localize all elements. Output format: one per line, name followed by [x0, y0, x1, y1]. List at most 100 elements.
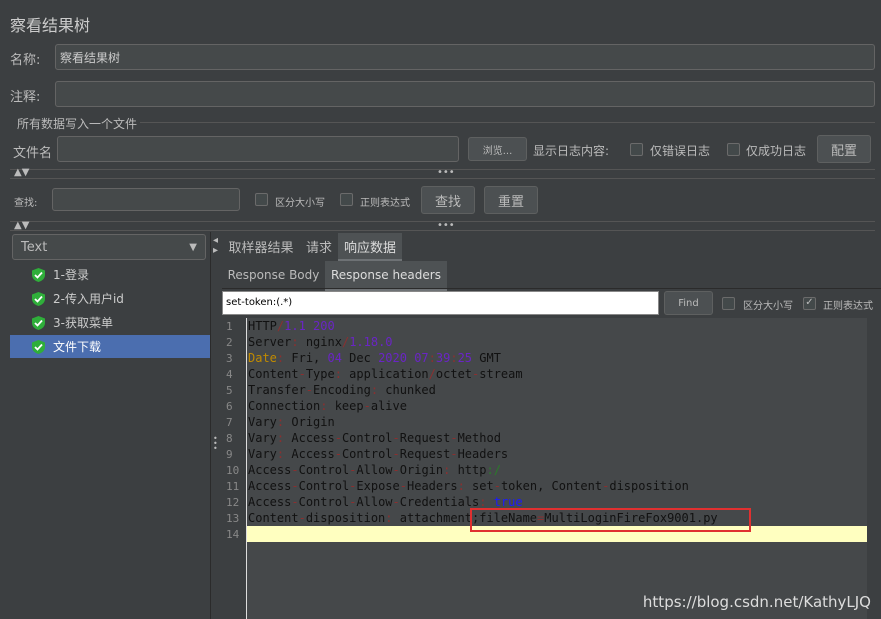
- code-token: -: [493, 479, 501, 493]
- response-regex-checkbox[interactable]: ✓: [803, 297, 816, 310]
- code-token: :: [457, 479, 465, 493]
- errors-only-label: 仅错误日志: [650, 144, 711, 158]
- name-input[interactable]: 察看结果树: [55, 44, 875, 70]
- success-only-label: 仅成功日志: [746, 144, 807, 158]
- code-token: Date: [248, 351, 277, 365]
- code-token: 04: [327, 351, 342, 365]
- code-line: Vary: Access-Control-Request-Method: [248, 431, 501, 445]
- code-token: :: [334, 367, 342, 381]
- tree-item[interactable]: 文件下载: [10, 335, 210, 358]
- code-token: :: [450, 351, 458, 365]
- tree-item-label: 文件下载: [53, 340, 102, 354]
- code-token: Request: [399, 447, 451, 461]
- errors-only-checkbox[interactable]: [630, 143, 643, 156]
- code-token: disposition: [305, 511, 386, 525]
- code-token: Allow: [356, 463, 393, 477]
- line-number: 1: [226, 320, 233, 333]
- code-token: HTTP: [248, 319, 277, 333]
- code-token: Type: [305, 367, 335, 381]
- splitter-handle-icon[interactable]: •••: [437, 167, 455, 178]
- code-token: 1.1 200: [284, 319, 335, 333]
- code-token: /: [428, 367, 436, 381]
- splitter-arrows-icon[interactable]: ◂ ▸: [213, 236, 218, 256]
- code-token: :/: [486, 463, 501, 477]
- code-line: Connection: keep-alive: [248, 399, 407, 413]
- code-token: Control: [341, 447, 393, 461]
- line-number: 10: [226, 464, 240, 477]
- tab[interactable]: 请求: [300, 233, 338, 259]
- reset-button[interactable]: 重置: [484, 186, 538, 214]
- code-token: Control: [298, 463, 350, 477]
- code-token: Transfer: [248, 383, 306, 397]
- code-token: chunked: [378, 383, 436, 397]
- tree-item[interactable]: 1-登录: [10, 263, 210, 286]
- subtab[interactable]: Response Body: [222, 261, 325, 288]
- code-token: Dec: [341, 351, 379, 365]
- line-number: 6: [226, 400, 233, 413]
- splitter-handle-icon[interactable]: •••: [213, 435, 218, 453]
- search-input[interactable]: [52, 188, 240, 211]
- line-number: 14: [226, 528, 240, 541]
- code-token: Access: [248, 463, 292, 477]
- code-token: http: [450, 463, 487, 477]
- tab[interactable]: 响应数据: [338, 233, 402, 262]
- tree-item[interactable]: 3-获取菜单: [10, 311, 210, 334]
- tab[interactable]: 取样器结果: [222, 233, 300, 259]
- code-token: Request: [399, 431, 451, 445]
- renderer-select[interactable]: Text ▼: [12, 234, 206, 260]
- code-token: Origin: [284, 415, 335, 429]
- regex-checkbox[interactable]: [340, 193, 353, 206]
- code-token: Allow: [356, 495, 393, 509]
- line-number: 4: [226, 368, 233, 381]
- chevron-down-icon: ▼: [189, 241, 197, 253]
- success-only-checkbox[interactable]: [727, 143, 740, 156]
- code-token: -: [363, 399, 371, 413]
- regex-label: 正则表达式: [360, 198, 410, 209]
- success-shield-icon: [32, 291, 45, 306]
- code-token: Encoding: [313, 383, 371, 397]
- tree-item-label: 2-传入用户id: [53, 292, 124, 306]
- file-label: 文件名: [13, 146, 53, 161]
- code-token: Content: [248, 367, 299, 381]
- success-shield-icon: [32, 267, 45, 282]
- line-number: 12: [226, 496, 240, 509]
- code-token: 2020 07: [378, 351, 429, 365]
- code-token: disposition: [609, 479, 689, 493]
- file-input[interactable]: [57, 136, 459, 162]
- code-line: Date: Fri, 04 Dec 2020 07:39:25 GMT: [248, 351, 501, 365]
- code-token: token, Content: [500, 479, 603, 493]
- code-line: Content-Type: application/octet-stream: [248, 367, 523, 381]
- response-find-button[interactable]: Find: [664, 291, 713, 315]
- browse-button[interactable]: 浏览...: [468, 137, 527, 161]
- response-headers-editor[interactable]: 1 HTTP/1.1 200 2 Server: nginx/1.18.0 3 Date:…: [222, 318, 867, 619]
- code-token: Access: [284, 431, 335, 445]
- code-token: -: [392, 495, 400, 509]
- response-case-checkbox[interactable]: [722, 297, 735, 310]
- code-token: Headers: [407, 479, 458, 493]
- subtab[interactable]: Response headers: [325, 261, 447, 291]
- success-shield-icon: [32, 339, 45, 354]
- code-token: alive: [370, 399, 407, 413]
- comment-input[interactable]: [55, 81, 875, 107]
- code-line: Access-Control-Expose-Headers: set-token…: [248, 479, 689, 493]
- case-sensitive-checkbox[interactable]: [255, 193, 268, 206]
- name-label: 名称:: [10, 53, 41, 68]
- code-token: Headers: [457, 447, 509, 461]
- response-search-input[interactable]: set-token:(.*): [222, 291, 659, 315]
- find-button[interactable]: 查找: [421, 186, 475, 214]
- tree-item[interactable]: 2-传入用户id: [10, 287, 210, 310]
- configure-button[interactable]: 配置: [817, 135, 871, 163]
- case-sensitive-label: 区分大小写: [275, 198, 325, 209]
- collapse-arrows-icon[interactable]: ▲▼: [14, 167, 29, 178]
- code-token: -: [450, 431, 458, 445]
- search-label: 查找:: [14, 198, 38, 209]
- code-token: true: [493, 495, 523, 509]
- code-line: Access-Control-Allow-Origin: http:/: [248, 463, 501, 477]
- line-number: 9: [226, 448, 233, 461]
- code-token: :: [428, 351, 436, 365]
- tree-item-label: 1-登录: [53, 268, 89, 282]
- code-token: Access: [284, 447, 335, 461]
- code-token: :: [291, 335, 299, 349]
- code-token: -: [298, 511, 306, 525]
